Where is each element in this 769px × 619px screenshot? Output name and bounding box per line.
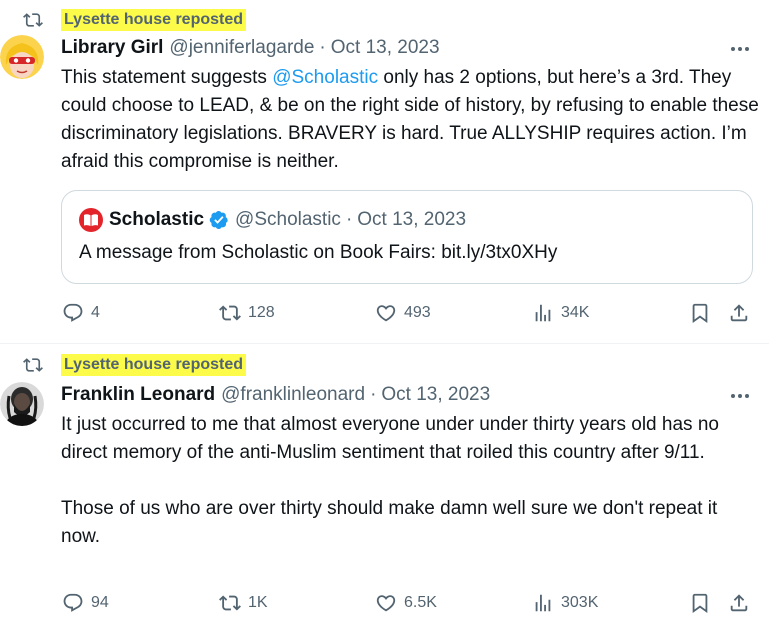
repost-count: 1K (248, 594, 268, 611)
views-count: 303K (561, 594, 599, 611)
more-icon[interactable] (729, 38, 751, 60)
author-name[interactable]: Library Girl (61, 37, 163, 59)
share-button[interactable] (727, 300, 751, 326)
verified-badge-icon (209, 210, 229, 230)
post-library-girl[interactable]: Lysette house reposted Library Girl @jen… (0, 0, 769, 344)
post-franklin-leonard[interactable]: Lysette house reposted Franklin Leonard … (0, 344, 769, 619)
bookmark-icon (688, 301, 712, 325)
reply-count: 94 (91, 594, 109, 611)
reply-button[interactable]: 94 (61, 590, 109, 616)
post-date[interactable]: Oct 13, 2023 (381, 384, 490, 406)
avatar[interactable] (0, 382, 44, 426)
action-bar: 4 128 493 34K (61, 300, 753, 326)
post-text-part: This statement suggests (61, 67, 273, 88)
share-icon (727, 591, 751, 615)
quote-author-name[interactable]: Scholastic (109, 209, 204, 231)
views-icon (531, 301, 555, 325)
quote-date[interactable]: Oct 13, 2023 (357, 209, 466, 231)
more-icon[interactable] (729, 385, 751, 407)
reply-icon (61, 301, 85, 325)
post-text: It just occurred to me that almost every… (61, 411, 756, 551)
views-count: 34K (561, 304, 590, 321)
author-handle[interactable]: @franklinleonard (221, 384, 365, 406)
like-button[interactable]: 493 (374, 300, 431, 326)
bookmark-button[interactable] (688, 590, 712, 616)
separator-dot: · (319, 37, 326, 58)
reposted-by-label[interactable]: Lysette house reposted (61, 354, 247, 376)
author-handle[interactable]: @jenniferlagarde (169, 37, 314, 59)
heart-icon (374, 591, 398, 615)
separator-dot: · (370, 384, 377, 405)
reply-count: 4 (91, 304, 100, 321)
scholastic-logo (79, 208, 103, 232)
post-header: Franklin Leonard @franklinleonard · Oct … (61, 384, 769, 406)
like-count: 6.5K (404, 594, 437, 611)
post-text: This statement suggests @Scholastic only… (61, 64, 761, 176)
repost-icon (218, 591, 242, 615)
reply-button[interactable]: 4 (61, 300, 100, 326)
quoted-post[interactable]: Scholastic @Scholastic · Oct 13, 2023 A … (61, 190, 753, 284)
like-count: 493 (404, 304, 431, 321)
repost-icon (218, 301, 242, 325)
repost-icon (22, 354, 44, 376)
post-header: Library Girl @jenniferlagarde · Oct 13, … (61, 37, 769, 59)
repost-button[interactable]: 1K (218, 590, 268, 616)
mention-link[interactable]: @Scholastic (272, 67, 378, 88)
quote-header: Scholastic @Scholastic · Oct 13, 2023 (79, 208, 466, 232)
reply-icon (61, 591, 85, 615)
post-paragraph: It just occurred to me that almost every… (61, 414, 719, 463)
views-button[interactable]: 34K (531, 300, 589, 326)
post-date[interactable]: Oct 13, 2023 (331, 37, 440, 59)
views-icon (531, 591, 555, 615)
reposted-by-label[interactable]: Lysette house reposted (61, 9, 247, 31)
quote-author-handle[interactable]: @Scholastic (235, 209, 341, 231)
bookmark-icon (688, 591, 712, 615)
heart-icon (374, 301, 398, 325)
author-name[interactable]: Franklin Leonard (61, 384, 215, 406)
separator-dot: · (345, 209, 353, 230)
action-bar: 94 1K 6.5K 303K (61, 590, 753, 616)
share-icon (727, 301, 751, 325)
repost-count: 128 (248, 304, 275, 321)
bookmark-button[interactable] (688, 300, 712, 326)
repost-button[interactable]: 128 (218, 300, 275, 326)
repost-icon (22, 9, 44, 31)
quote-text: A message from Scholastic on Book Fairs:… (79, 242, 558, 263)
avatar[interactable] (0, 35, 44, 79)
repost-context: Lysette house reposted (22, 354, 247, 376)
like-button[interactable]: 6.5K (374, 590, 437, 616)
repost-context: Lysette house reposted (22, 9, 247, 31)
views-button[interactable]: 303K (531, 590, 598, 616)
share-button[interactable] (727, 590, 751, 616)
post-paragraph: Those of us who are over thirty should m… (61, 498, 718, 547)
